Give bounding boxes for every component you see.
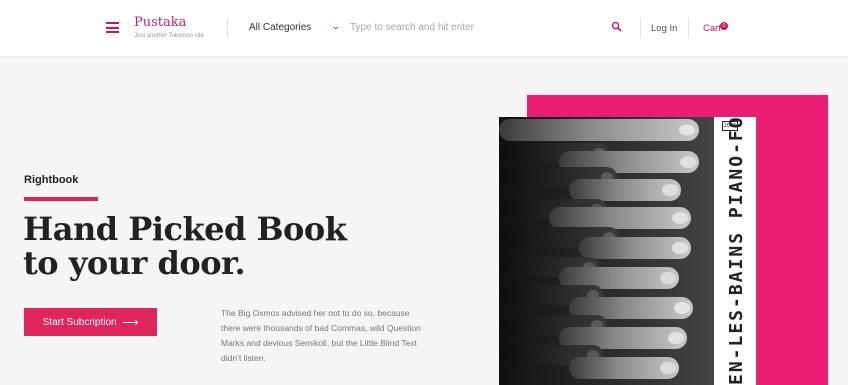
category-select[interactable]: All Categories (249, 22, 311, 33)
hero-title-line1: Hand Picked Book (23, 210, 347, 248)
hero-description: The Big Oxmox advised her not to do so, … (221, 308, 421, 363)
cart-link[interactable]: Cart (703, 23, 721, 34)
brand[interactable]: Pustaka Just another Tokomoo site (134, 15, 204, 39)
search-icon[interactable] (611, 21, 622, 32)
poster-title: EN-LES-BAINS PIANO-FOLIES (726, 117, 747, 385)
site-header: Pustaka Just another Tokomoo site All Ca… (0, 0, 848, 57)
start-subscription-button[interactable]: Start Subcription ⟶ (24, 308, 157, 336)
search-input[interactable] (350, 22, 590, 33)
book-cover-image: 2006 EN-LES-BAINS PIANO-FOLIES (499, 117, 756, 385)
brand-tagline: Just another Tokomoo site (134, 33, 204, 39)
kicker-underline (24, 197, 98, 201)
hero-title: Hand Picked Book to your door. (23, 212, 353, 280)
brand-name[interactable]: Pustaka (134, 15, 204, 30)
cart-count-badge: 0 (720, 22, 728, 30)
hero-title-line2: to your door. (23, 244, 246, 282)
hamburger-icon[interactable] (106, 22, 119, 33)
cta-label: Start Subcription (42, 316, 117, 328)
header-divider (227, 18, 228, 38)
header-divider (640, 18, 641, 38)
header-divider (688, 18, 689, 38)
arrow-right-icon: ⟶ (122, 316, 139, 329)
chevron-down-icon[interactable]: ⌄ (331, 21, 341, 32)
hands-image (499, 117, 714, 385)
hero-kicker: Rightbook (24, 174, 79, 186)
login-link[interactable]: Log In (651, 23, 677, 34)
